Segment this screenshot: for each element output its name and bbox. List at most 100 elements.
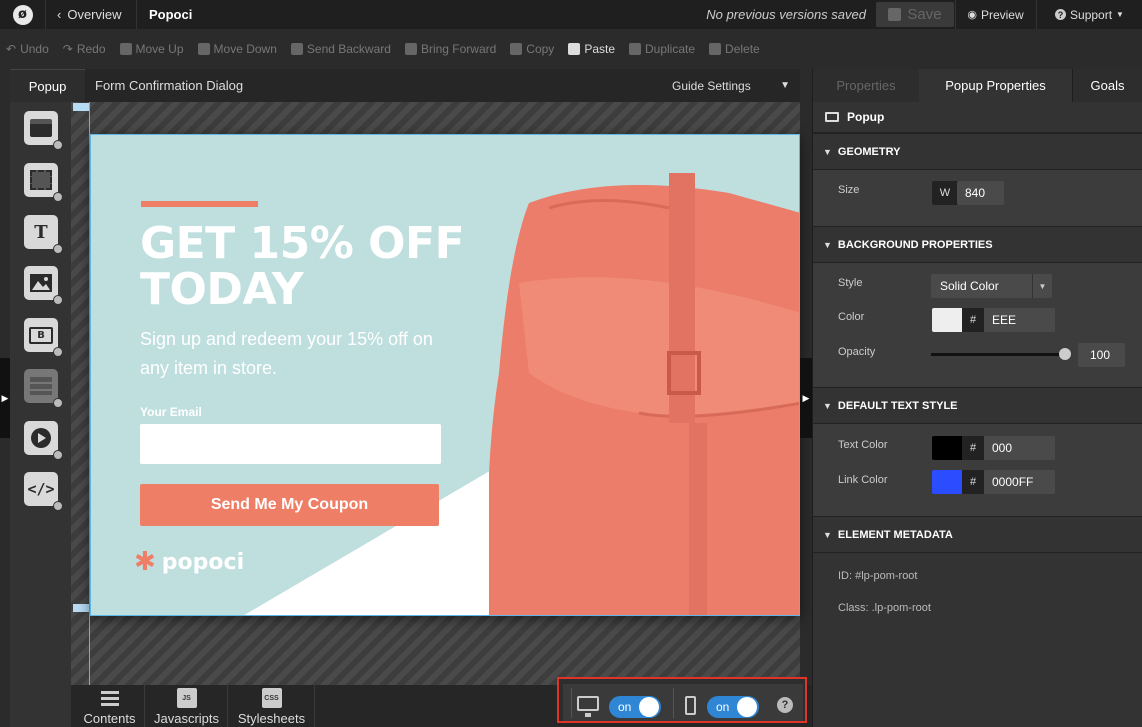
caret-down-icon: ▼ [780, 80, 790, 91]
send-coupon-button[interactable]: Send Me My Coupon [140, 484, 439, 526]
metadata-title: ELEMENT METADATA [837, 528, 953, 541]
desktop-toggle[interactable]: on [609, 696, 661, 718]
metadata-section-header[interactable]: ▼ ELEMENT METADATA [813, 516, 1142, 553]
guide-marker-bottom[interactable] [73, 604, 89, 612]
preview-button[interactable]: ◉ Preview [955, 0, 1035, 29]
popup-tab[interactable]: Popup [10, 69, 85, 102]
delete-button[interactable]: Delete [709, 42, 760, 56]
tool-badge-icon [53, 295, 63, 305]
right-panel-collapse-handle[interactable]: ▶ [800, 358, 812, 438]
text-tool-icon[interactable]: T [24, 215, 63, 254]
duplicate-button[interactable]: Duplicate [629, 42, 695, 56]
box-tool-icon[interactable] [24, 163, 63, 202]
tab-properties[interactable]: Properties [813, 69, 919, 102]
size-label: Size [838, 184, 860, 196]
copy-button[interactable]: Copy [510, 42, 554, 56]
width-input[interactable]: 840 [957, 181, 1004, 205]
form-tool-icon[interactable] [24, 369, 63, 408]
tool-badge-icon [53, 398, 63, 408]
tab-popup-properties[interactable]: Popup Properties [919, 69, 1072, 102]
copy-label: Copy [526, 42, 555, 56]
toggle-knob [639, 697, 659, 717]
paste-label: Paste [584, 42, 615, 56]
chevron-right-icon: ▶ [1, 392, 9, 403]
style-select[interactable]: Solid Color ▼ [931, 274, 1052, 298]
overview-link[interactable]: ‹ Overview [47, 0, 137, 29]
text-color-input[interactable]: 000 [984, 436, 1055, 460]
bring-forward-icon [404, 43, 417, 55]
box-glyph-icon [30, 170, 52, 190]
eye-icon: ◉ [967, 9, 977, 21]
opacity-label: Opacity [838, 346, 876, 358]
tool-badge-icon [53, 140, 63, 150]
mobile-icon [685, 696, 696, 715]
color-label: Color [838, 311, 865, 323]
section-tool-icon[interactable] [24, 111, 63, 150]
contents-tab[interactable]: Contents [75, 685, 145, 727]
code-glyph: </> [27, 480, 55, 498]
image-tool-icon[interactable] [24, 266, 63, 305]
form-glyph-icon [30, 377, 52, 395]
device-toggle-inner [563, 684, 803, 721]
video-tool-icon[interactable] [24, 421, 63, 460]
opacity-input[interactable]: 100 [1078, 343, 1125, 367]
delete-label: Delete [725, 42, 760, 56]
opacity-slider-track[interactable] [931, 353, 1065, 356]
chevron-left-icon: ‹ [57, 7, 62, 22]
custom-html-tool-icon[interactable]: </> [24, 472, 63, 511]
tab-goals[interactable]: Goals [1072, 69, 1142, 102]
support-menu[interactable]: ? Support ▼ [1036, 0, 1142, 29]
paste-button[interactable]: Paste [568, 42, 615, 56]
chevron-down-icon: ▼ [823, 529, 832, 540]
desktop-toggle-label: on [618, 700, 632, 714]
send-backward-button[interactable]: Send Backward [290, 42, 391, 56]
link-color-input[interactable]: 0000FF [984, 470, 1055, 494]
divider [571, 688, 572, 718]
background-title: BACKGROUND PROPERTIES [837, 238, 993, 251]
popup-subhead[interactable]: Sign up and redeem your 15% off on any i… [140, 325, 460, 383]
backpack-image[interactable] [489, 173, 800, 616]
background-section-header[interactable]: ▼ BACKGROUND PROPERTIES [813, 226, 1142, 263]
text-style-section-header[interactable]: ▼ DEFAULT TEXT STYLE [813, 387, 1142, 424]
redo-button[interactable]: ↷ Redo [63, 42, 106, 56]
duplicate-icon [629, 43, 641, 55]
play-icon [31, 428, 51, 448]
text-color-swatch[interactable] [932, 436, 962, 460]
opacity-slider-handle[interactable] [1059, 348, 1071, 360]
background-color-swatch[interactable] [932, 308, 962, 332]
edit-toolbar: ↶ Undo ↷ Redo Move Up Move Down Send Backw… [0, 30, 1142, 68]
move-down-button[interactable]: Move Down [197, 42, 277, 56]
move-up-button[interactable]: Move Up [119, 42, 184, 56]
stylesheets-tab[interactable]: CSS Stylesheets [229, 685, 315, 727]
send-backward-label: Send Backward [306, 42, 391, 56]
guide-marker-top[interactable] [73, 103, 89, 111]
email-input[interactable] [140, 424, 441, 464]
save-label: Save [907, 6, 942, 23]
background-color-input[interactable]: EEE [984, 308, 1055, 332]
javascripts-tab[interactable]: JS Javascripts [146, 685, 228, 727]
help-icon[interactable]: ? [777, 697, 793, 713]
popup-headline[interactable]: GET 15% OFF TODAY [140, 221, 470, 313]
hash-prefix: # [962, 308, 984, 332]
selected-element-label: Popup [847, 110, 885, 124]
redo-icon: ↷ [62, 42, 73, 56]
button-tool-icon[interactable]: B [24, 318, 63, 357]
chevron-down-icon: ▼ [1116, 10, 1124, 19]
link-color-swatch[interactable] [932, 470, 962, 494]
save-button[interactable]: Save [876, 2, 954, 27]
geometry-section-header[interactable]: ▼ GEOMETRY [813, 133, 1142, 170]
left-panel-collapse-handle[interactable]: ▶ [0, 358, 10, 438]
class-value: .lp-pom-root [871, 602, 931, 614]
bring-forward-button[interactable]: Bring Forward [404, 42, 496, 56]
popup-preview[interactable]: GET 15% OFF TODAY Sign up and redeem you… [90, 134, 800, 616]
mobile-toggle[interactable]: on [707, 696, 759, 718]
chevron-down-icon: ▼ [823, 146, 832, 157]
tool-badge-icon [53, 501, 63, 511]
divider [673, 688, 674, 718]
app-logo[interactable]: ø [0, 0, 46, 29]
guide-settings-dropdown[interactable]: Guide Settings ▼ [672, 69, 790, 102]
undo-button[interactable]: ↶ Undo [6, 42, 49, 56]
email-label: Your Email [140, 405, 202, 419]
tool-badge-icon [53, 450, 63, 460]
css-file-icon: CSS [261, 688, 282, 708]
